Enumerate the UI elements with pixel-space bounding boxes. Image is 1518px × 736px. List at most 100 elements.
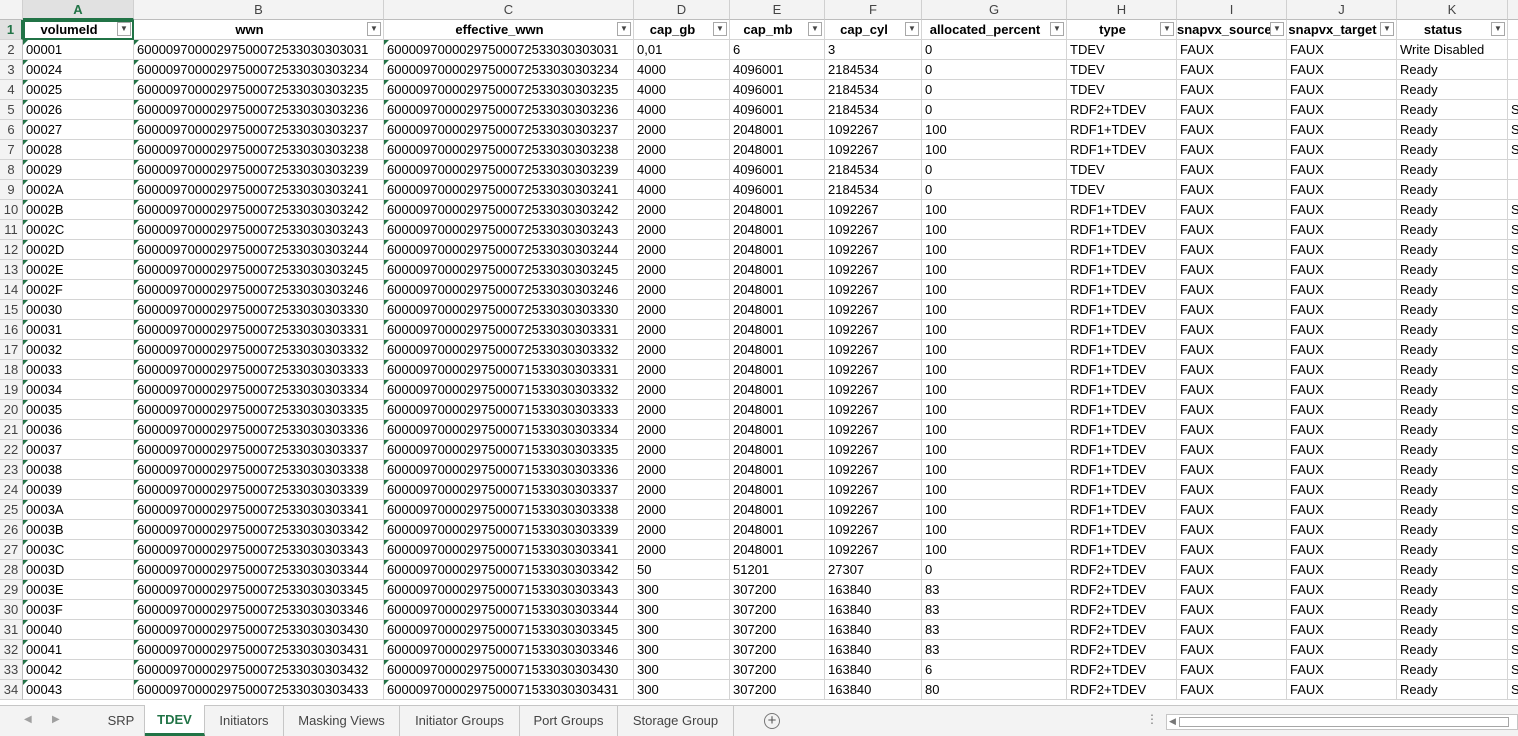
cell-allocated-percent[interactable]: 100 <box>922 120 1067 140</box>
cell-volumeId[interactable]: 00029 <box>23 160 134 180</box>
cell-cap-mb[interactable]: 2048001 <box>730 500 825 520</box>
cell-allocated-percent[interactable]: 100 <box>922 240 1067 260</box>
cell-effective-wwn[interactable]: 60000970000297500071533030303344 <box>384 600 634 620</box>
cell-allocated-percent[interactable]: 0 <box>922 40 1067 60</box>
cell-allocated-percent[interactable]: 100 <box>922 500 1067 520</box>
cell-wwn[interactable]: 60000970000297500072533030303343 <box>134 540 384 560</box>
cell-cap-mb[interactable]: 2048001 <box>730 300 825 320</box>
plus-circle-icon[interactable]: + <box>764 713 780 729</box>
cell-status[interactable]: Ready <box>1397 60 1508 80</box>
cell-snapvx-source[interactable]: FAUX <box>1177 80 1287 100</box>
filter-dropdown-icon[interactable]: ▼ <box>713 22 727 36</box>
cell-volumeId[interactable]: 00031 <box>23 320 134 340</box>
cell-overflow-l[interactable]: S <box>1508 120 1518 140</box>
cell-wwn[interactable]: 60000970000297500072533030303331 <box>134 320 384 340</box>
cell-effective-wwn[interactable]: 60000970000297500072533030303238 <box>384 140 634 160</box>
cell-cap-cyl[interactable]: 163840 <box>825 580 922 600</box>
cell-effective-wwn[interactable]: 60000970000297500071533030303345 <box>384 620 634 640</box>
cell-wwn[interactable]: 60000970000297500072533030303431 <box>134 640 384 660</box>
cell-type[interactable]: TDEV <box>1067 180 1177 200</box>
cell-wwn[interactable]: 60000970000297500072533030303235 <box>134 80 384 100</box>
column-header-d[interactable]: D <box>634 0 730 20</box>
cell-wwn[interactable]: 60000970000297500072533030303333 <box>134 360 384 380</box>
cell-effective-wwn[interactable]: 60000970000297500072533030303241 <box>384 180 634 200</box>
cell-status[interactable]: Ready <box>1397 280 1508 300</box>
cell-wwn[interactable]: 60000970000297500072533030303346 <box>134 600 384 620</box>
cell-cap-cyl[interactable]: 163840 <box>825 680 922 700</box>
cell-allocated-percent[interactable]: 0 <box>922 80 1067 100</box>
cell-wwn[interactable]: 60000970000297500072533030303342 <box>134 520 384 540</box>
cell-snapvx-target[interactable]: FAUX <box>1287 240 1397 260</box>
cell-volumeId[interactable]: 0003B <box>23 520 134 540</box>
tab-storage-group[interactable]: Storage Group <box>618 706 734 736</box>
cell-wwn[interactable]: 60000970000297500072533030303244 <box>134 240 384 260</box>
cell-cap-cyl[interactable]: 1092267 <box>825 500 922 520</box>
horizontal-scrollbar[interactable]: ◀ <box>1166 714 1518 730</box>
cell-allocated-percent[interactable]: 100 <box>922 440 1067 460</box>
cell-overflow-l[interactable]: S <box>1508 320 1518 340</box>
header-cap-mb[interactable]: cap_mb ▼ <box>730 20 825 40</box>
cell-effective-wwn[interactable]: 60000970000297500072533030303235 <box>384 80 634 100</box>
cell-cap-cyl[interactable]: 1092267 <box>825 380 922 400</box>
cell-cap-mb[interactable]: 4096001 <box>730 160 825 180</box>
cell-snapvx-target[interactable]: FAUX <box>1287 500 1397 520</box>
cell-wwn[interactable]: 60000970000297500072533030303031 <box>134 40 384 60</box>
cell-overflow-l[interactable]: S <box>1508 220 1518 240</box>
header-type[interactable]: type ▼ <box>1067 20 1177 40</box>
cell-volumeId[interactable]: 00030 <box>23 300 134 320</box>
cell-cap-gb[interactable]: 300 <box>634 680 730 700</box>
cell-wwn[interactable]: 60000970000297500072533030303337 <box>134 440 384 460</box>
cell-snapvx-source[interactable]: FAUX <box>1177 420 1287 440</box>
cell-wwn[interactable]: 60000970000297500072533030303332 <box>134 340 384 360</box>
cell-snapvx-source[interactable]: FAUX <box>1177 560 1287 580</box>
cell-type[interactable]: TDEV <box>1067 80 1177 100</box>
cell-cap-gb[interactable]: 2000 <box>634 280 730 300</box>
cell-type[interactable]: RDF2+TDEV <box>1067 600 1177 620</box>
header-volumeId[interactable]: volumeId ▼ <box>23 20 134 40</box>
cell-volumeId[interactable]: 00037 <box>23 440 134 460</box>
filter-dropdown-icon[interactable]: ▼ <box>117 22 131 36</box>
row-number[interactable]: 19 <box>0 380 23 400</box>
column-header-i[interactable]: I <box>1177 0 1287 20</box>
cell-status[interactable]: Ready <box>1397 340 1508 360</box>
cell-volumeId[interactable]: 00024 <box>23 60 134 80</box>
cell-cap-gb[interactable]: 2000 <box>634 520 730 540</box>
cell-cap-gb[interactable]: 2000 <box>634 240 730 260</box>
cell-allocated-percent[interactable]: 100 <box>922 540 1067 560</box>
cell-overflow-l[interactable]: S <box>1508 360 1518 380</box>
cell-allocated-percent[interactable]: 100 <box>922 320 1067 340</box>
cell-cap-cyl[interactable]: 2184534 <box>825 100 922 120</box>
cell-status[interactable]: Ready <box>1397 540 1508 560</box>
prev-sheet-icon[interactable]: ◀ <box>24 714 32 725</box>
cell-snapvx-source[interactable]: FAUX <box>1177 200 1287 220</box>
cell-cap-mb[interactable]: 2048001 <box>730 200 825 220</box>
cell-snapvx-source[interactable]: FAUX <box>1177 460 1287 480</box>
cell-allocated-percent[interactable]: 100 <box>922 400 1067 420</box>
cell-cap-cyl[interactable]: 1092267 <box>825 480 922 500</box>
cell-cap-mb[interactable]: 2048001 <box>730 520 825 540</box>
cell-wwn[interactable]: 60000970000297500072533030303237 <box>134 120 384 140</box>
cell-overflow-l[interactable]: S <box>1508 560 1518 580</box>
cell-effective-wwn[interactable]: 60000970000297500071533030303346 <box>384 640 634 660</box>
cell-cap-gb[interactable]: 2000 <box>634 260 730 280</box>
cell-snapvx-target[interactable]: FAUX <box>1287 520 1397 540</box>
cell-type[interactable]: RDF1+TDEV <box>1067 200 1177 220</box>
cell-cap-gb[interactable]: 50 <box>634 560 730 580</box>
cell-cap-cyl[interactable]: 1092267 <box>825 420 922 440</box>
filter-dropdown-icon[interactable]: ▼ <box>1050 22 1064 36</box>
cell-effective-wwn[interactable]: 60000970000297500071533030303336 <box>384 460 634 480</box>
cell-snapvx-source[interactable]: FAUX <box>1177 660 1287 680</box>
cell-effective-wwn[interactable]: 60000970000297500071533030303339 <box>384 520 634 540</box>
column-header-a[interactable]: A <box>23 0 134 20</box>
cell-snapvx-target[interactable]: FAUX <box>1287 440 1397 460</box>
cell-overflow-l[interactable]: S <box>1508 680 1518 700</box>
cell-type[interactable]: RDF1+TDEV <box>1067 440 1177 460</box>
cell-cap-mb[interactable]: 2048001 <box>730 380 825 400</box>
filter-dropdown-icon[interactable]: ▼ <box>1160 22 1174 36</box>
cell-snapvx-target[interactable]: FAUX <box>1287 60 1397 80</box>
cell-allocated-percent[interactable]: 100 <box>922 480 1067 500</box>
cell-volumeId[interactable]: 0002D <box>23 240 134 260</box>
row-number[interactable]: 32 <box>0 640 23 660</box>
cell-snapvx-target[interactable]: FAUX <box>1287 40 1397 60</box>
cell-effective-wwn[interactable]: 60000970000297500072533030303242 <box>384 200 634 220</box>
